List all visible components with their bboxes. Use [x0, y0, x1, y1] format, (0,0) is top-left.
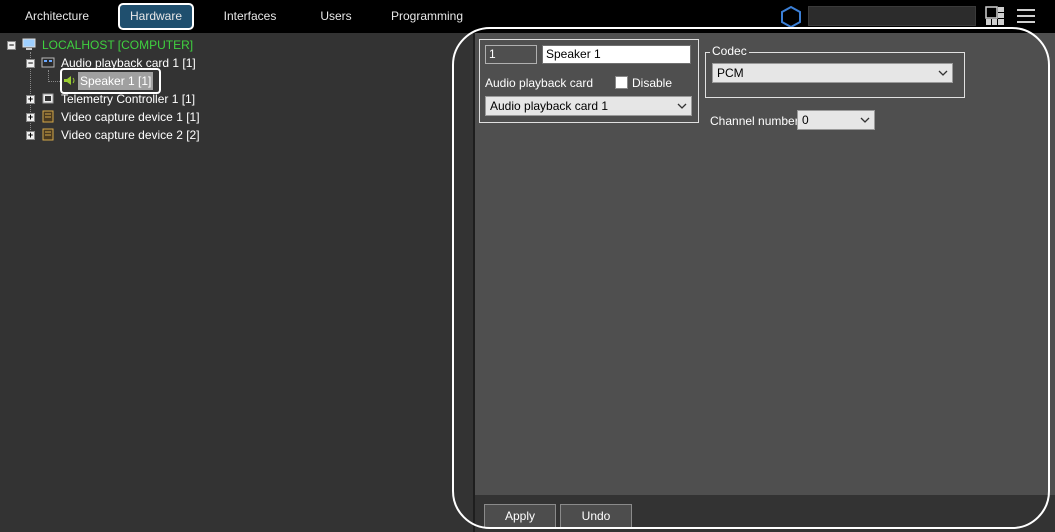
- collapse-icon[interactable]: −: [26, 59, 35, 68]
- tree-item-video-device-2[interactable]: + Video capture device 2 [2]: [0, 126, 470, 144]
- collapse-icon[interactable]: −: [7, 41, 16, 50]
- tab-hardware[interactable]: Hardware: [118, 3, 194, 30]
- tree-label: Telemetry Controller 1 [1]: [61, 92, 196, 106]
- audio-card-select-value: Audio playback card 1: [490, 99, 609, 113]
- codec-label: Codec: [710, 44, 749, 58]
- chevron-down-icon: [677, 103, 687, 109]
- apply-button[interactable]: Apply: [484, 504, 556, 528]
- tree-item-telemetry[interactable]: + Telemetry Controller 1 [1]: [0, 90, 470, 108]
- audio-card-label: Audio playback card: [485, 76, 594, 90]
- audio-card-select[interactable]: Audio playback card 1: [485, 96, 692, 116]
- expand-icon[interactable]: +: [26, 131, 35, 140]
- undo-button[interactable]: Undo: [560, 504, 632, 528]
- top-navigation-bar: Architecture Hardware Interfaces Users P…: [0, 0, 1055, 33]
- channel-number-label: Channel number: [710, 114, 799, 128]
- codec-select-value: PCM: [717, 66, 744, 80]
- telemetry-icon: [42, 93, 54, 104]
- hamburger-menu-icon[interactable]: [1016, 8, 1036, 24]
- channel-number-select[interactable]: 0: [797, 110, 875, 130]
- disable-label: Disable: [632, 76, 673, 90]
- audio-card-icon: [41, 57, 55, 68]
- layout-grid-icon[interactable]: [985, 6, 1005, 26]
- expand-icon[interactable]: +: [26, 95, 35, 104]
- chevron-down-icon: [938, 70, 948, 76]
- tree-item-localhost[interactable]: − LOCALHOST [COMPUTER]: [0, 36, 470, 54]
- tab-interfaces[interactable]: Interfaces: [216, 3, 284, 30]
- video-card-icon: [42, 128, 54, 141]
- tab-programming[interactable]: Programming: [388, 3, 466, 30]
- tab-users[interactable]: Users: [310, 3, 362, 30]
- hexagon-icon[interactable]: [780, 6, 802, 28]
- device-id-input[interactable]: 1: [485, 45, 537, 64]
- tab-architecture[interactable]: Architecture: [18, 3, 96, 30]
- device-name-input[interactable]: Speaker 1: [542, 45, 691, 64]
- video-card-icon: [42, 110, 54, 123]
- search-input[interactable]: [808, 6, 976, 26]
- codec-select[interactable]: PCM: [712, 63, 953, 83]
- tree-label: Video capture device 2 [2]: [61, 128, 200, 142]
- computer-icon: [22, 38, 36, 50]
- tree-item-video-device-1[interactable]: + Video capture device 1 [1]: [0, 108, 470, 126]
- expand-icon[interactable]: +: [26, 113, 35, 122]
- tree-label: Video capture device 1 [1]: [61, 110, 200, 124]
- channel-number-value: 0: [802, 113, 809, 127]
- disable-checkbox[interactable]: [615, 76, 628, 89]
- chevron-down-icon: [860, 117, 870, 123]
- tree-label-root: LOCALHOST [COMPUTER]: [42, 38, 194, 52]
